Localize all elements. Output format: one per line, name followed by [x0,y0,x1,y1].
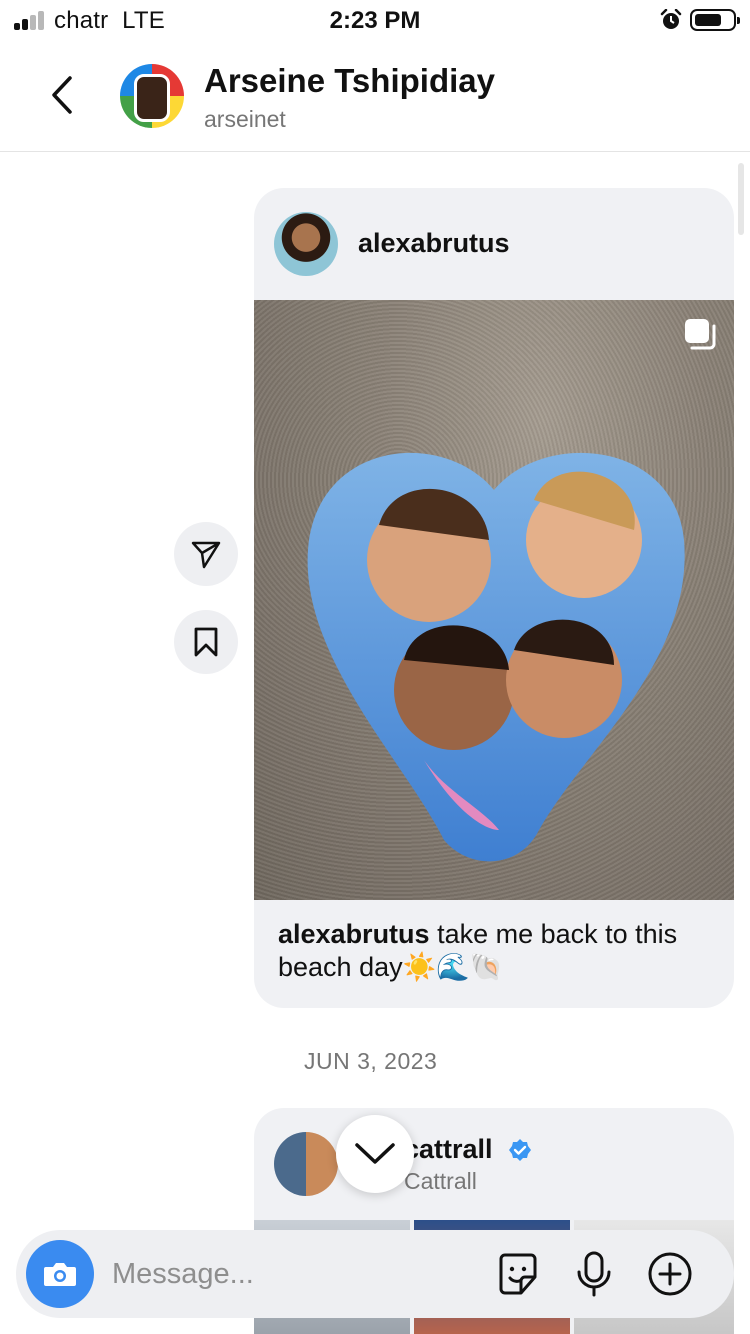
verified-badge-icon [509,1139,531,1161]
post-header[interactable]: alexabrutus [254,188,734,300]
status-bar: chatr LTE 2:23 PM [0,0,750,40]
message-composer [16,1230,734,1318]
caption-username[interactable]: alexabrutus [278,919,430,949]
paper-plane-icon [191,541,221,569]
battery-icon [690,9,740,31]
post-author-avatar[interactable] [274,212,338,276]
shared-post-card[interactable]: alexabrutus alexabrutus take me back to … [254,188,734,1008]
save-post-button[interactable] [174,610,238,674]
post-image[interactable] [254,300,734,900]
date-separator: JUN 3, 2023 [304,1048,438,1074]
share-post-button[interactable] [174,522,238,586]
post-author-username[interactable]: alexabrutus [358,228,510,259]
scroll-to-bottom-button[interactable] [336,1115,414,1193]
chat-header: Arseine Tshipidiay arseinet [0,40,750,152]
contact-name[interactable]: Arseine Tshipidiay [204,62,495,100]
chevron-left-icon [52,76,72,114]
camera-button[interactable] [26,1240,94,1308]
message-thread[interactable]: alexabrutus alexabrutus take me back to … [0,153,750,1334]
contact-avatar[interactable] [120,64,184,128]
camera-icon [44,1263,76,1286]
post-author-avatar[interactable] [274,1132,338,1196]
post-caption: alexabrutus take me back to this beach d… [278,918,718,984]
sticker-button[interactable] [494,1250,542,1298]
voice-message-button[interactable] [570,1250,618,1298]
contact-username[interactable]: arseinet [204,106,286,133]
multiple-images-icon [685,319,716,350]
alarm-clock-icon [660,9,682,29]
scrollbar[interactable] [738,163,744,235]
message-input[interactable] [112,1250,472,1298]
post-author-username[interactable]: cattrall [404,1134,493,1165]
sticker-icon [499,1253,537,1295]
add-media-button[interactable] [646,1250,694,1298]
bookmark-icon [194,627,218,657]
microphone-icon [577,1251,611,1297]
back-button[interactable] [40,70,84,120]
status-time: 2:23 PM [329,7,421,34]
beach-photo-heart [307,452,685,862]
plus-circle-icon [648,1252,692,1296]
post-author-subtitle: Cattrall [404,1168,477,1194]
chevron-down-icon [355,1143,395,1164]
